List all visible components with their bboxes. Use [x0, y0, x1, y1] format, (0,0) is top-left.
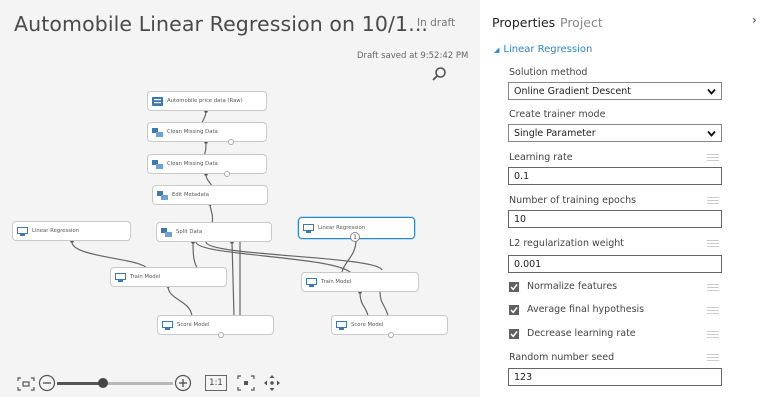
node-label: Edit Metadata [172, 192, 210, 198]
node-clean-missing-data[interactable]: Clean Missing Data [147, 122, 267, 145]
drag-handle-icon[interactable] [707, 354, 719, 361]
node-label: Split Data [176, 229, 203, 235]
output-port[interactable] [228, 139, 234, 145]
solution-method-value: Online Gradient Descent [514, 85, 631, 97]
random-seed-label: Random number seed [509, 352, 615, 363]
node-linear-regression-selected[interactable]: Linear Regression 1 [298, 217, 415, 242]
center-selection-icon[interactable] [237, 375, 255, 395]
node-edit-metadata[interactable]: Edit Metadata [152, 185, 268, 205]
module-icon [161, 227, 172, 237]
drag-handle-icon[interactable] [707, 331, 719, 338]
node-clean-missing-data-2[interactable]: Clean Missing Data [147, 154, 267, 177]
node-label: Train Model [321, 279, 352, 285]
tab-properties[interactable]: Properties [492, 15, 555, 30]
dataset-icon [152, 96, 163, 106]
zoom-in-icon[interactable] [174, 374, 192, 396]
model-icon [336, 320, 347, 330]
drag-handle-icon[interactable] [707, 154, 719, 161]
learning-rate-label: Learning rate [509, 152, 573, 163]
section-title: Linear Regression [503, 44, 593, 55]
decrease-rate-checkbox[interactable] [509, 329, 519, 339]
l2-weight-input[interactable]: 0.001 [508, 255, 722, 273]
node-label: Linear Regression [32, 228, 80, 234]
zoom-out-icon[interactable] [38, 374, 56, 396]
module-icon [152, 159, 163, 169]
checkmark-icon [510, 331, 518, 338]
tab-project[interactable]: Project [560, 15, 603, 30]
node-split-data[interactable]: Split Data [156, 222, 272, 242]
chevron-down-icon [707, 88, 716, 95]
chevron-down-icon [707, 130, 716, 137]
model-icon [17, 226, 28, 236]
output-port[interactable] [218, 332, 224, 338]
node-label: Clean Missing Data [167, 161, 218, 167]
node-train-model[interactable]: Train Model [110, 267, 227, 287]
model-icon [303, 223, 314, 233]
learning-rate-input[interactable]: 0.1 [508, 167, 722, 185]
drag-handle-icon[interactable] [707, 284, 719, 291]
node-train-model-2[interactable]: Train Model [301, 272, 419, 292]
model-icon [162, 320, 173, 330]
output-port-badge[interactable]: 1 [350, 232, 360, 242]
section-header[interactable]: ◢ Linear Regression [494, 44, 592, 55]
node-label: Score Model [351, 322, 384, 328]
drag-handle-icon[interactable] [707, 307, 719, 314]
module-icon [157, 190, 168, 200]
collapse-triangle-icon: ◢ [494, 45, 500, 54]
solution-method-select[interactable]: Online Gradient Descent [508, 82, 722, 100]
node-label: Linear Regression [318, 225, 366, 231]
trainer-mode-label: Create trainer mode [509, 109, 606, 120]
trainer-mode-select[interactable]: Single Parameter [508, 124, 722, 142]
epochs-label: Number of training epochs [509, 195, 637, 206]
module-icon [152, 127, 163, 137]
node-automobile-price-data[interactable]: Automobile price data (Raw) [147, 91, 267, 111]
solution-method-label: Solution method [509, 67, 588, 78]
node-score-model[interactable]: Score Model [157, 315, 274, 338]
checkmark-icon [510, 284, 518, 291]
normalize-label: Normalize features [527, 281, 618, 292]
node-label: Train Model [130, 274, 161, 280]
average-hypothesis-checkbox[interactable] [509, 305, 519, 315]
zoom-slider-fill [57, 382, 104, 385]
model-icon [115, 272, 126, 282]
random-seed-input[interactable]: 123 [508, 368, 722, 386]
pan-icon[interactable] [263, 374, 281, 396]
drag-handle-icon[interactable] [707, 197, 719, 204]
actual-size-button[interactable]: 1:1 [205, 375, 227, 391]
decrease-rate-label: Decrease learning rate [527, 328, 636, 339]
output-port[interactable] [224, 171, 230, 177]
output-port[interactable] [388, 332, 394, 338]
node-linear-regression[interactable]: Linear Regression [12, 221, 131, 241]
model-icon [306, 277, 317, 287]
collapse-panel-icon[interactable]: › [752, 13, 757, 27]
epochs-input[interactable]: 10 [508, 210, 722, 228]
normalize-checkbox[interactable] [509, 282, 519, 292]
trainer-mode-value: Single Parameter [514, 127, 596, 139]
node-label: Clean Missing Data [167, 129, 218, 135]
properties-panel: Properties Project › ◢ Linear Regression… [480, 0, 768, 397]
average-hypothesis-label: Average final hypothesis [527, 304, 645, 315]
drag-handle-icon[interactable] [707, 240, 719, 247]
node-label: Automobile price data (Raw) [167, 98, 243, 104]
checkmark-icon [510, 307, 518, 314]
node-score-model-2[interactable]: Score Model [331, 315, 448, 338]
node-label: Score Model [177, 322, 210, 328]
fit-to-screen-icon[interactable] [17, 376, 35, 395]
l2-weight-label: L2 regularization weight [509, 238, 625, 249]
experiment-canvas[interactable]: Automobile Linear Regression on 10/1... … [0, 0, 480, 397]
